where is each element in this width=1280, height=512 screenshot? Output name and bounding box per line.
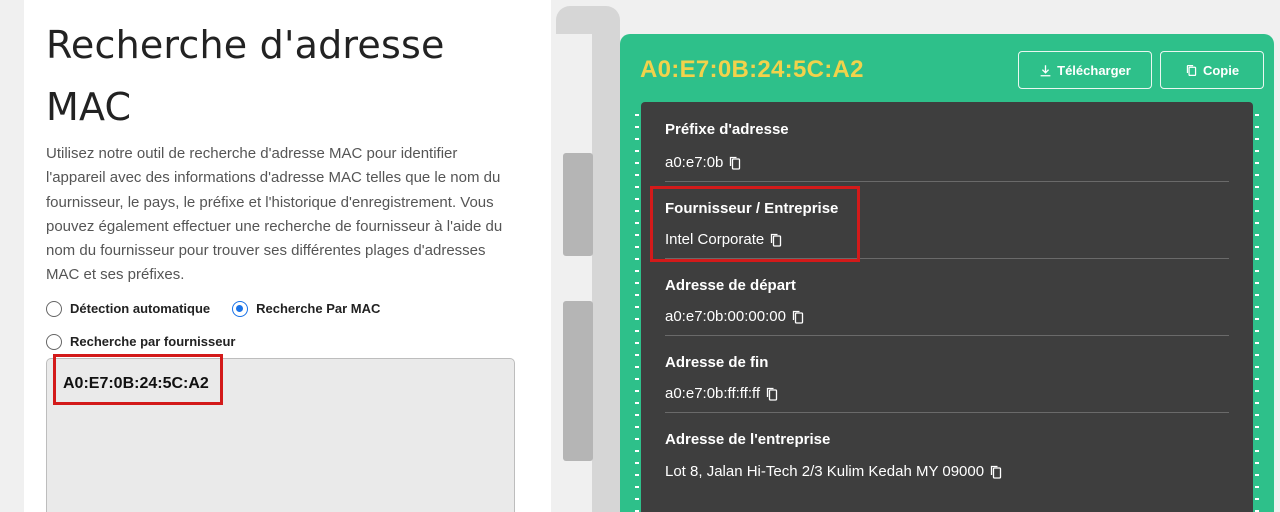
- page: Recherche d'adresse MAC Utilisez notre o…: [0, 0, 1280, 512]
- dashed-border-left: [635, 114, 639, 512]
- download-button[interactable]: Télécharger: [1018, 51, 1152, 89]
- info-value-start-address-text: a0:e7:0b:00:00:00: [665, 308, 786, 325]
- scrollbar-track-column: [592, 26, 620, 512]
- radio-auto-detect-circle[interactable]: [46, 300, 62, 317]
- info-value-end-address-text: a0:e7:0b:ff:ff:ff: [665, 385, 761, 402]
- page-title-line-2: MAC: [46, 85, 132, 129]
- copy-button-label: Copie: [1202, 62, 1240, 78]
- copy-icon[interactable]: [990, 465, 1002, 479]
- info-label-prefix: Préfixe d'adresse: [665, 121, 789, 138]
- info-label-start-address: Adresse de départ: [665, 277, 796, 294]
- info-value-prefix-text: a0:e7:0b: [665, 154, 724, 171]
- download-button-label: Télécharger: [1057, 62, 1131, 78]
- scrollbar-thumb-lower[interactable]: [563, 301, 593, 461]
- info-value-company-address-text: Lot 8, Jalan Hi-Tech 2/3 Kulim Kedah MY …: [665, 463, 985, 480]
- tool-description: Utilisez notre outil de recherche d'adre…: [46, 145, 503, 284]
- radio-search-by-vendor-circle[interactable]: [46, 333, 62, 350]
- info-value-company-address: Lot 8, Jalan Hi-Tech 2/3 Kulim Kedah MY …: [665, 463, 1002, 480]
- copy-icon[interactable]: [729, 156, 741, 170]
- info-label-company-address: Adresse de l'entreprise: [665, 431, 831, 448]
- mac-info-card: Préfixe d'adresse a0:e7:0b Fournisseur /…: [641, 102, 1253, 512]
- mac-address-input[interactable]: A0:E7:0B:24:5C:A2: [46, 354, 515, 512]
- input-highlight-box: [53, 354, 223, 405]
- info-row-end-address: Adresse de fin a0:e7:0b:ff:ff:ff: [665, 336, 1229, 413]
- radio-auto-detect-label: Détection automatique: [70, 301, 211, 317]
- vendor-highlight-box: [650, 186, 860, 262]
- page-title: Recherche d'adresse MAC: [46, 14, 529, 138]
- copy-icon[interactable]: [766, 387, 778, 401]
- page-title-line-1: Recherche d'adresse: [46, 23, 445, 67]
- result-panel: A0:E7:0B:24:5C:A2 Télécharger Copie Préf…: [620, 34, 1274, 512]
- result-mac-address: A0:E7:0B:24:5C:A2: [640, 56, 864, 83]
- radio-search-by-mac[interactable]: Recherche Par MAC: [232, 300, 381, 317]
- copy-button[interactable]: Copie: [1160, 51, 1264, 89]
- lookup-panel: Recherche d'adresse MAC Utilisez notre o…: [24, 0, 551, 512]
- dashed-border-right: [1255, 114, 1259, 512]
- copy-icon: [1186, 64, 1197, 76]
- info-row-company-address: Adresse de l'entreprise Lot 8, Jalan Hi-…: [665, 413, 1229, 512]
- info-value-start-address: a0:e7:0b:00:00:00: [665, 308, 804, 325]
- download-icon: [1040, 64, 1051, 76]
- copy-icon[interactable]: [792, 310, 804, 324]
- info-row-start-address: Adresse de départ a0:e7:0b:00:00:00: [665, 259, 1229, 336]
- radio-auto-detect[interactable]: Détection automatique: [46, 300, 211, 317]
- radio-search-by-vendor[interactable]: Recherche par fournisseur: [46, 333, 236, 350]
- radio-search-by-mac-circle[interactable]: [232, 300, 249, 317]
- radio-search-by-mac-label: Recherche Par MAC: [256, 301, 381, 317]
- info-value-end-address: a0:e7:0b:ff:ff:ff: [665, 385, 778, 402]
- search-mode-row-2: Recherche par fournisseur: [46, 333, 529, 350]
- info-row-prefix: Préfixe d'adresse a0:e7:0b: [665, 102, 1229, 182]
- info-value-prefix: a0:e7:0b: [665, 154, 741, 171]
- info-label-end-address: Adresse de fin: [665, 354, 769, 371]
- scrollbar-thumb-upper[interactable]: [563, 153, 593, 256]
- search-mode-row-1: Détection automatique Recherche Par MAC: [46, 300, 529, 317]
- radio-search-by-vendor-label: Recherche par fournisseur: [70, 334, 236, 350]
